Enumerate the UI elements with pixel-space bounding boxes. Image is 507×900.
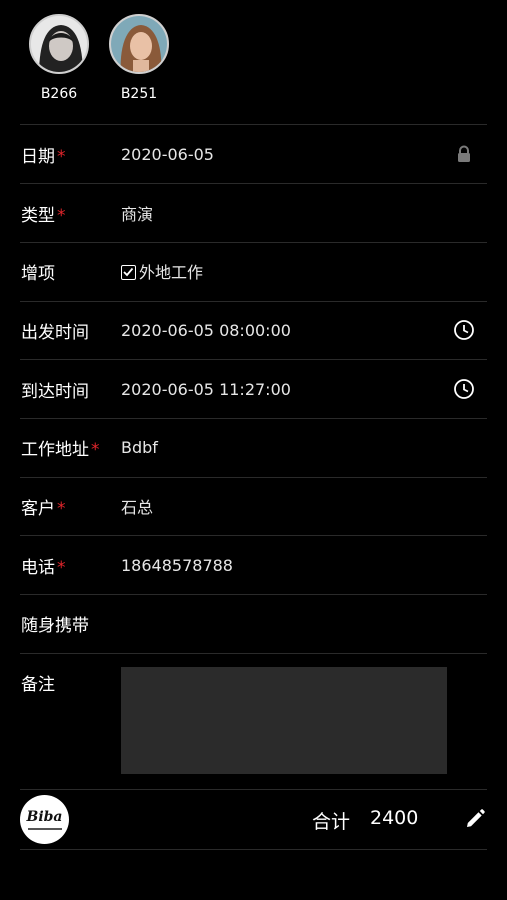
out-of-town-checkbox[interactable]	[121, 265, 136, 280]
address-label: 工作地址 *	[21, 439, 100, 460]
clock-icon[interactable]	[453, 378, 475, 400]
logo-tagline-mark	[27, 827, 62, 830]
extra-label: 增项	[21, 263, 55, 284]
client-label: 客户 *	[21, 498, 66, 519]
model-code: B251	[120, 86, 158, 102]
model-item[interactable]: B266	[28, 14, 90, 102]
client-row[interactable]: 客户 * 石总	[0, 477, 507, 535]
notes-textarea[interactable]	[121, 667, 447, 774]
biba-logo: Biba	[20, 795, 69, 844]
arrive-label: 到达时间	[21, 381, 89, 402]
total-label: 合计	[312, 811, 351, 833]
model-code: B266	[40, 86, 78, 102]
date-row: 日期 * 2020-06-05	[0, 125, 507, 183]
edit-pencil-icon[interactable]	[464, 808, 486, 830]
address-value[interactable]: Bdbf	[121, 438, 158, 457]
type-label: 类型 *	[21, 205, 66, 226]
notes-label: 备注	[21, 674, 55, 695]
depart-row[interactable]: 出发时间 2020-06-05 08:00:00	[0, 301, 507, 359]
date-value: 2020-06-05	[121, 144, 214, 164]
model-avatars: B266 B251	[28, 14, 170, 102]
date-label: 日期 *	[21, 146, 66, 167]
phone-row[interactable]: 电话 * 18648578788	[0, 536, 507, 594]
depart-value[interactable]: 2020-06-05 08:00:00	[121, 321, 291, 340]
phone-label: 电话 *	[21, 557, 66, 578]
address-row[interactable]: 工作地址 * Bdbf	[0, 418, 507, 476]
divider	[20, 849, 487, 850]
arrive-row[interactable]: 到达时间 2020-06-05 11:27:00	[0, 360, 507, 418]
model-item[interactable]: B251	[108, 14, 170, 102]
avatar[interactable]	[109, 14, 169, 74]
clock-icon[interactable]	[453, 319, 475, 341]
total-value: 2400	[370, 807, 419, 829]
carry-row[interactable]: 随身携带	[0, 594, 507, 652]
depart-label: 出发时间	[21, 322, 89, 343]
client-value[interactable]: 石总	[121, 494, 153, 518]
out-of-town-option[interactable]: 外地工作	[121, 259, 203, 283]
extra-row: 增项 外地工作	[0, 242, 507, 300]
lock-icon	[453, 143, 475, 165]
type-row[interactable]: 类型 * 商演	[0, 184, 507, 242]
avatar[interactable]	[29, 14, 89, 74]
type-value[interactable]: 商演	[121, 201, 153, 225]
footer-bar: Biba 合计 2400	[0, 790, 507, 848]
arrive-value[interactable]: 2020-06-05 11:27:00	[121, 380, 291, 399]
carry-label: 随身携带	[21, 615, 89, 636]
out-of-town-label: 外地工作	[139, 263, 204, 282]
phone-value[interactable]: 18648578788	[121, 556, 233, 575]
